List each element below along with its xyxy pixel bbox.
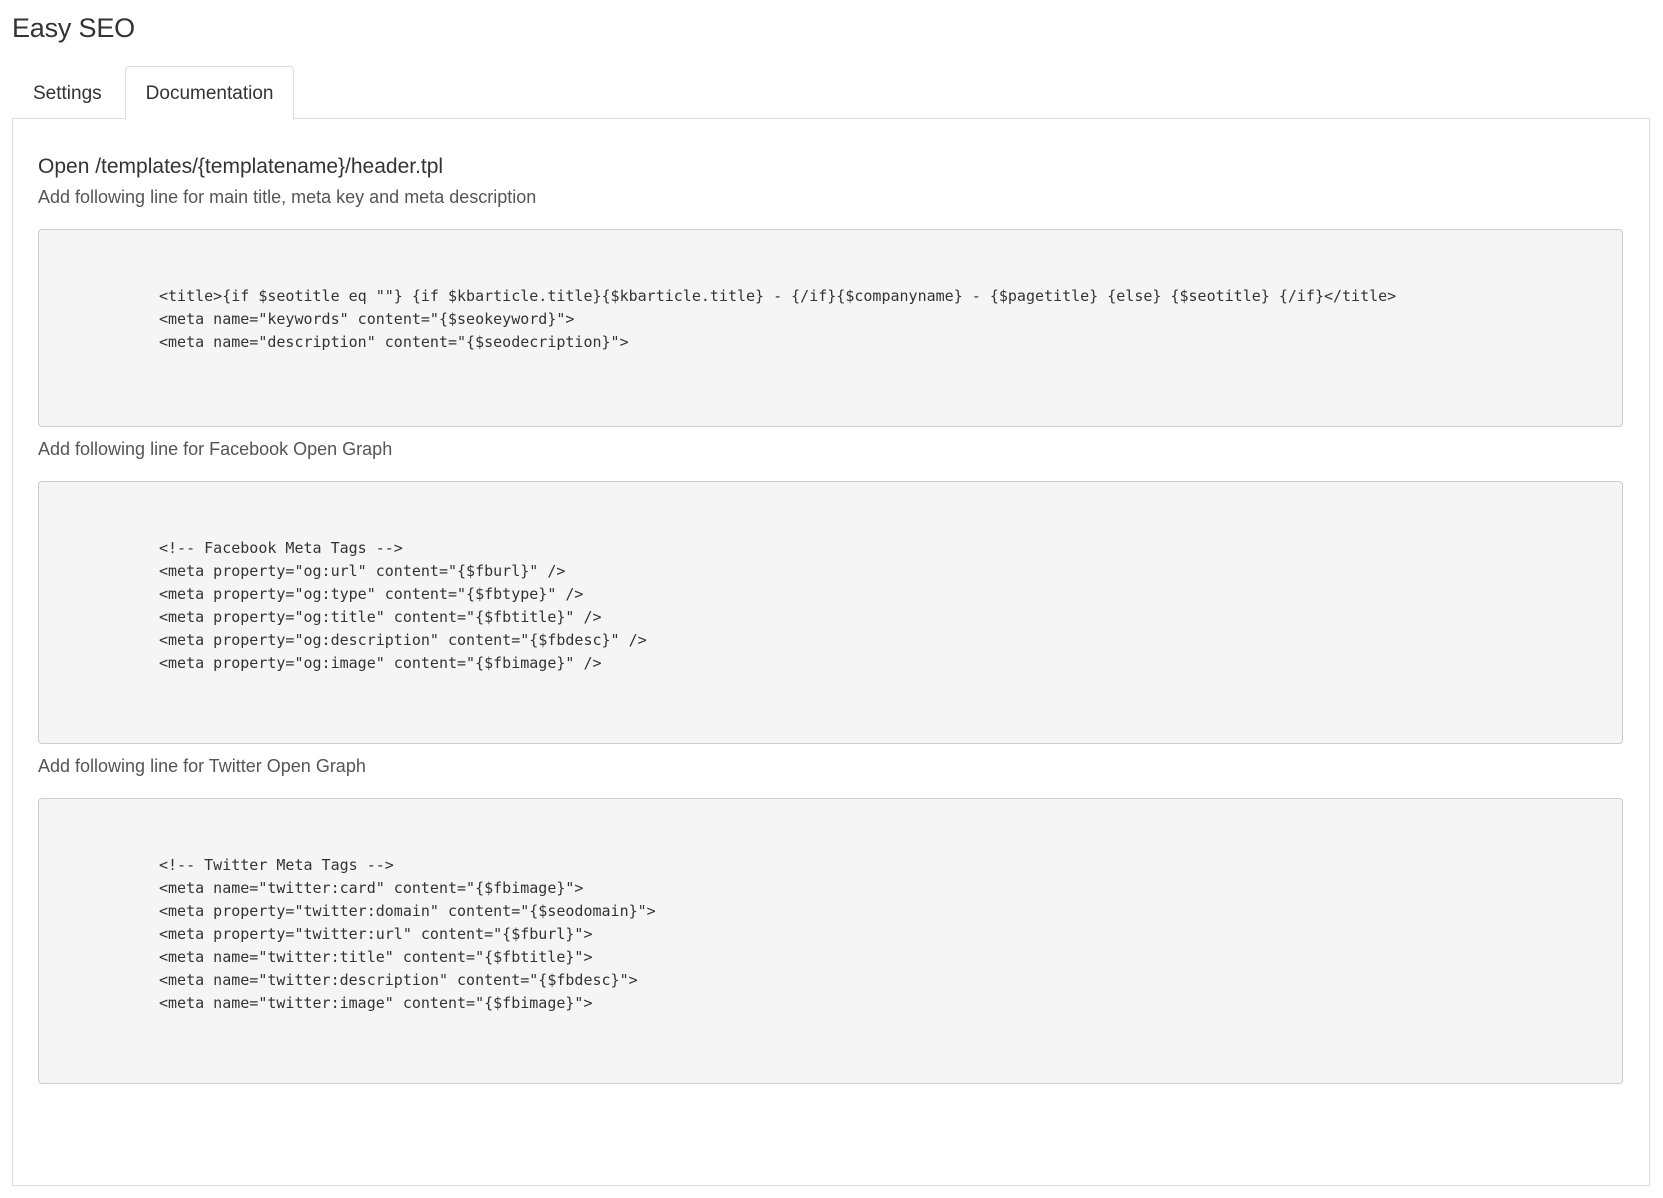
tab-bar: Settings Documentation	[12, 66, 295, 120]
code-line: <meta property="og:image" content="{$fbi…	[159, 654, 602, 672]
main-title-description: Add following line for main title, meta …	[38, 187, 537, 207]
main-title-code-block[interactable]: <title>{if $seotitle eq ""} {if $kbartic…	[38, 229, 1623, 427]
code-lines: <title>{if $seotitle eq ""} {if $kbartic…	[39, 285, 1622, 354]
code-line: <title>{if $seotitle eq ""} {if $kbartic…	[159, 287, 1397, 305]
code-lines: <!-- Twitter Meta Tags --> <meta name="tw…	[39, 854, 1622, 1015]
twitter-og-code-block[interactable]: <!-- Twitter Meta Tags --> <meta name="tw…	[38, 798, 1623, 1084]
facebook-og-code-block[interactable]: <!-- Facebook Meta Tags --> <meta propert…	[38, 481, 1623, 744]
code-line: <!-- Twitter Meta Tags -->	[159, 856, 394, 874]
code-line: <meta property="og:title" content="{$fbt…	[159, 608, 602, 626]
code-line: <meta property="twitter:domain" content=…	[159, 902, 656, 920]
tab-settings[interactable]: Settings	[12, 66, 123, 119]
tab-documentation[interactable]: Documentation	[124, 66, 295, 120]
code-line: <meta name="twitter:title" content="{$fb…	[159, 948, 593, 966]
code-lines: <!-- Facebook Meta Tags --> <meta propert…	[39, 537, 1622, 675]
code-line: <meta property="og:type" content="{$fbty…	[159, 585, 584, 603]
code-line: <meta property="og:url" content="{$fburl…	[159, 562, 566, 580]
page-title: Easy SEO	[12, 13, 135, 43]
file-path-heading: Open /templates/{templatename}/header.tp…	[38, 155, 444, 178]
code-line: <meta name="twitter:image" content="{$fb…	[159, 994, 593, 1012]
code-line: <meta name="twitter:description" content…	[159, 971, 638, 989]
code-line: <!-- Facebook Meta Tags -->	[159, 539, 403, 557]
facebook-og-description: Add following line for Facebook Open Gra…	[38, 439, 393, 459]
code-line: <meta name="twitter:card" content="{$fbi…	[159, 879, 584, 897]
code-line: <meta property="og:description" content=…	[159, 631, 647, 649]
twitter-og-description: Add following line for Twitter Open Grap…	[38, 756, 366, 776]
code-line: <meta name="keywords" content="{$seokeyw…	[159, 310, 575, 328]
documentation-panel: Open /templates/{templatename}/header.tp…	[12, 118, 1650, 1186]
code-line: <meta property="twitter:url" content="{$…	[159, 925, 593, 943]
code-line: <meta name="description" content="{$seod…	[159, 333, 629, 351]
